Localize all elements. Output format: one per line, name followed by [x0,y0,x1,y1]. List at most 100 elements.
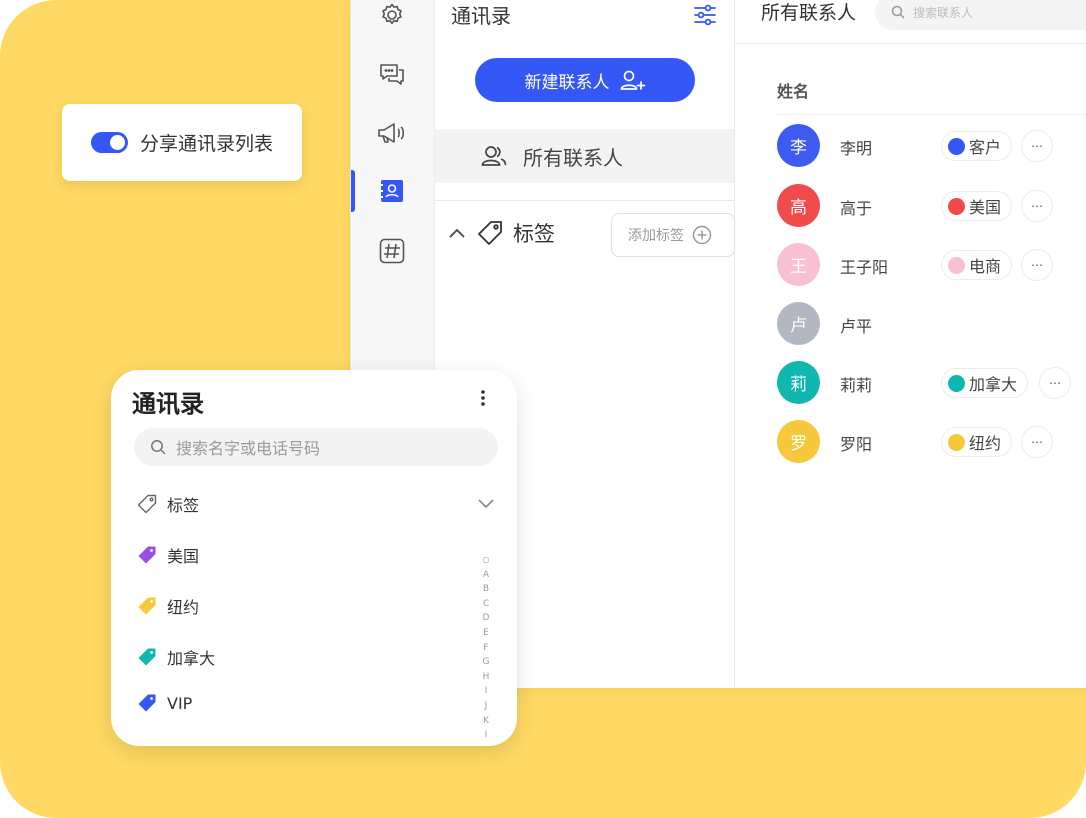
new-contact-label: 新建联系人 [524,72,610,93]
tag-filled-icon [138,694,156,712]
tag-filled-icon [138,648,156,666]
all-contacts-label: 所有联系人 [523,145,623,170]
contact-row[interactable]: 莉莉莉 加拿大 ⋯ [777,361,1086,405]
more-options-button[interactable]: ⋯ [1021,190,1053,222]
alphabet-letter[interactable]: I [479,728,493,743]
contact-tag-badge[interactable]: 加拿大 [941,368,1029,398]
alphabet-letter[interactable]: F [479,641,493,656]
tag-filled-icon [138,546,156,564]
alphabet-letter[interactable]: I [479,684,493,699]
contact-name: 李明 [840,139,873,158]
contact-name: 王子阳 [840,258,889,277]
filter-sliders-icon[interactable] [693,4,717,26]
more-options-button[interactable]: ⋯ [1021,426,1053,458]
mobile-title: 通讯录 [132,390,204,418]
contact-name: 卢平 [840,317,873,336]
gear-icon[interactable] [377,0,407,30]
alphabet-letter[interactable]: G [479,655,493,670]
chat-icon[interactable] [377,60,407,90]
contact-name: 罗阳 [840,435,873,454]
share-toggle[interactable] [91,132,128,153]
avatar: 王 [777,243,820,286]
avatar: 高 [777,184,820,227]
alphabet-letter[interactable]: E [479,626,493,641]
mobile-tags-label: 标签 [167,496,200,515]
hashtag-icon[interactable] [377,236,407,266]
tag-label: 纽约 [969,434,1002,453]
share-label: 分享通讯录列表 [140,133,274,155]
contact-row[interactable]: 王 王子阳 电商 ⋯ [777,243,1086,287]
alphabet-letter[interactable]: J [479,699,493,714]
add-tag-button[interactable]: 添加标签 [611,213,735,257]
tags-label: 标签 [513,222,555,246]
mobile-tag-label: VIP [167,693,193,713]
add-tag-label: 添加标签 [628,228,684,244]
contact-tag-badge[interactable]: 纽约 [941,427,1013,457]
active-indicator [351,170,355,212]
add-person-icon [620,70,645,90]
avatar: 莉 [777,361,820,404]
alphabet-index-tag-icon[interactable]: ○ [479,553,493,568]
search-placeholder: 搜索联系人 [913,5,974,20]
contact-tag-badge[interactable]: 客户 [941,131,1013,161]
all-contacts-item[interactable]: 所有联系人 [435,129,734,183]
mobile-tag-item[interactable]: 美国 [137,543,199,567]
more-options-button[interactable]: ⋯ [1039,367,1071,399]
divider [435,200,734,201]
tag-icon [478,221,502,245]
more-vertical-icon[interactable] [477,388,489,408]
mobile-tag-item[interactable]: 加拿大 [137,645,215,669]
plus-circle-icon [692,225,712,245]
people-icon [481,146,507,166]
contact-row[interactable]: 李 李明 客户 ⋯ [777,124,1086,168]
contact-search-input[interactable]: 搜索联系人 [875,0,1086,30]
contact-tag-badge[interactable]: 美国 [941,191,1013,221]
contact-name: 高于 [840,199,873,218]
alphabet-letter[interactable]: A [479,568,493,583]
mobile-tag-label: 加拿大 [167,649,216,668]
mobile-search-input[interactable]: 搜索名字或电话号码 [134,428,498,466]
avatar: 罗 [777,420,820,463]
tag-label: 加拿大 [969,375,1018,394]
more-options-button[interactable]: ⋯ [1021,130,1053,162]
alphabet-letter[interactable]: B [479,582,493,597]
alphabet-letter[interactable]: D [479,611,493,626]
contact-row[interactable]: 高 高于 美国 ⋯ [777,184,1086,228]
alphabet-letter[interactable]: K [479,714,493,729]
tag-color-dot [948,256,965,274]
alphabet-letter[interactable]: H [479,670,493,685]
mobile-tag-label: 纽约 [167,598,200,617]
tag-color-dot [948,433,965,451]
mobile-contacts-card: 通讯录 搜索名字或电话号码 标签 美国 纽约 加拿大 VIP ○ ABCDEFGHIJ… [111,370,517,746]
share-card: 分享通讯录列表 [62,104,302,181]
chevron-down-icon[interactable] [477,494,495,512]
mobile-tag-label: 美国 [167,547,200,566]
more-options-button[interactable]: ⋯ [1021,249,1053,281]
panel-title: 通讯录 [451,4,511,28]
tag-color-dot [948,137,965,155]
contact-row[interactable]: 卢 卢平 [777,302,1086,346]
mobile-tag-item[interactable]: 纽约 [137,594,199,618]
contact-list-panel: 所有联系人 搜索联系人 姓名 李李明 客户 ⋯ 高高于 美国 ⋯ 王王子阳 电商 ⋯ 卢卢平莉莉莉… [735,0,1086,688]
new-contact-button[interactable]: 新建联系人 [475,58,695,102]
tags-section-header[interactable]: 标签 [447,218,555,248]
search-icon [891,5,905,19]
tag-label: 美国 [969,198,1002,217]
column-header-name: 姓名 [777,82,810,101]
alphabet-index[interactable]: ○ ABCDEFGHIJKI [479,553,493,743]
contact-tag-badge[interactable]: 电商 [941,250,1013,280]
header-rule [777,114,1086,115]
mobile-search-placeholder: 搜索名字或电话号码 [176,439,321,458]
tag-filled-icon [138,597,156,615]
contacts-book-icon[interactable] [377,176,407,206]
avatar: 卢 [777,302,820,345]
megaphone-icon[interactable] [377,118,407,148]
mobile-tags-header[interactable]: 标签 [137,492,199,516]
search-icon [151,440,166,455]
contact-row[interactable]: 罗 罗阳 纽约 ⋯ [777,420,1086,464]
avatar: 李 [777,124,820,167]
chevron-up-icon[interactable] [447,226,467,240]
alphabet-letter[interactable]: C [479,597,493,612]
list-title: 所有联系人 [761,2,857,24]
mobile-tag-item[interactable]: VIP [137,693,192,713]
